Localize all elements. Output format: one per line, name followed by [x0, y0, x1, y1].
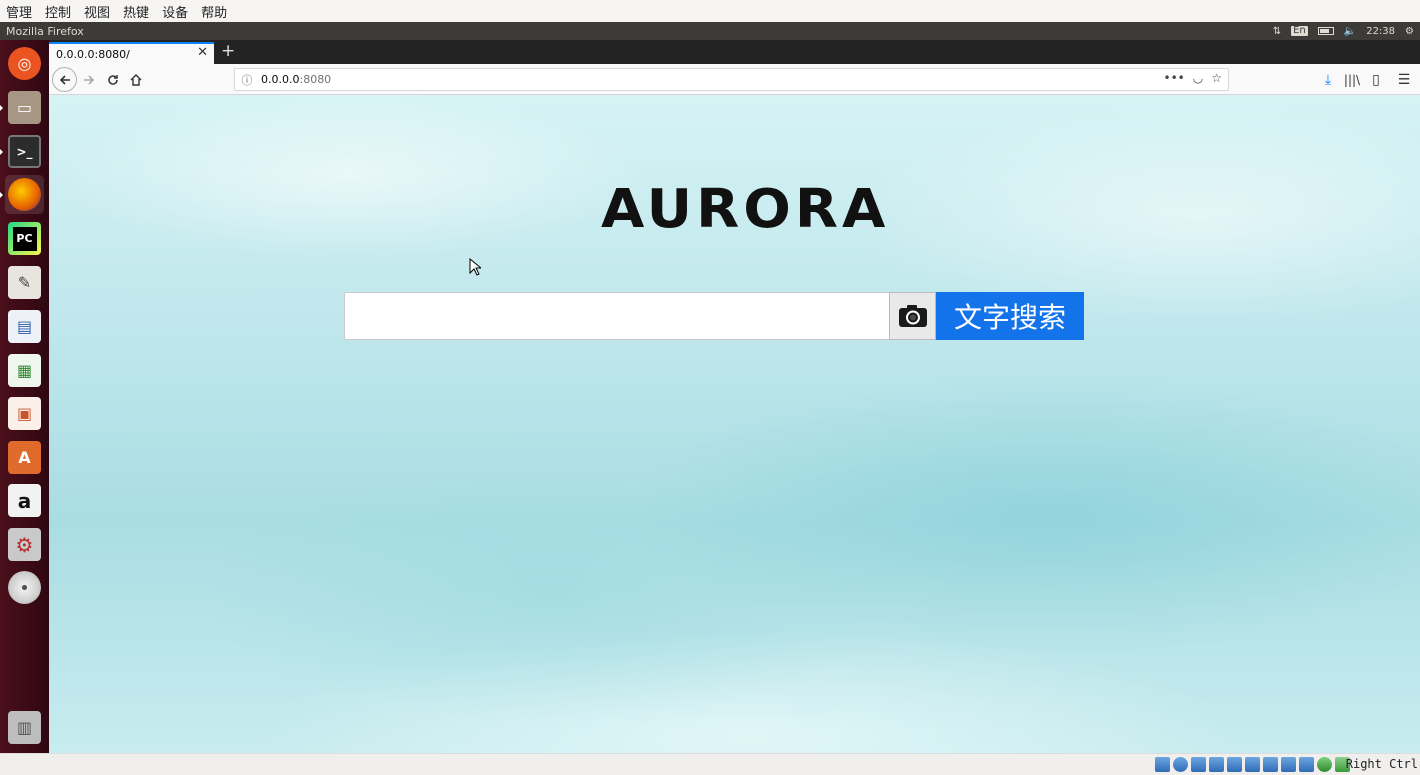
reload-button[interactable]: [101, 68, 125, 92]
volume-icon[interactable]: 🔈: [1344, 26, 1356, 37]
device-icons: [1155, 757, 1350, 772]
mouse-cursor-icon: [469, 258, 481, 276]
home-icon: [130, 74, 142, 86]
host-key-label: Right Ctrl: [1345, 757, 1418, 771]
site-logo: AURORA: [601, 178, 890, 241]
text-search-button[interactable]: 文字搜索: [936, 292, 1084, 340]
text-editor-icon: ✎: [8, 266, 41, 299]
launcher-pycharm[interactable]: PC: [5, 219, 44, 258]
launcher-impress[interactable]: ▣: [5, 394, 44, 433]
amazon-icon: a: [8, 484, 41, 517]
camera-icon: [898, 305, 927, 327]
mouse-integration-icon[interactable]: [1317, 757, 1332, 772]
tab-active[interactable]: 0.0.0.0:8080/ ✕: [49, 42, 214, 64]
software-center-icon: A: [8, 441, 41, 474]
network-adapter-icon[interactable]: [1209, 757, 1224, 772]
back-button[interactable]: [52, 67, 77, 92]
launcher-firefox[interactable]: [0, 175, 44, 214]
url-port: :8080: [299, 73, 332, 86]
menu-icon[interactable]: ☰: [1392, 68, 1416, 92]
image-search-button[interactable]: [889, 292, 936, 340]
menu-control[interactable]: 控制: [45, 2, 71, 21]
page-content: AURORA 文字搜索: [49, 95, 1420, 753]
trash-icon: ▥: [8, 711, 41, 744]
menu-help[interactable]: 帮助: [201, 2, 227, 21]
network-icon[interactable]: ⇅: [1273, 26, 1281, 37]
launcher-dvd[interactable]: [5, 568, 44, 607]
terminal-icon: >_: [8, 135, 41, 168]
menu-view[interactable]: 视图: [84, 2, 110, 21]
arrow-left-icon: [59, 74, 70, 85]
search-form: 文字搜索: [344, 292, 1084, 340]
url-bar[interactable]: ⓘ 0.0.0.0:8080 ••• ◡ ☆: [234, 68, 1229, 91]
launcher-writer[interactable]: ▤: [5, 307, 44, 346]
info-icon[interactable]: ⓘ: [237, 72, 257, 88]
menu-manage[interactable]: 管理: [6, 2, 32, 21]
vbox-menubar: 管理 控制 视图 热键 设备 帮助: [0, 0, 1420, 22]
top-panel: Mozilla Firefox ⇅ En 🔈 22:38 ⚙: [0, 22, 1420, 40]
launcher-system-settings[interactable]: ⚙: [5, 525, 44, 564]
files-icon: ▭: [8, 91, 41, 124]
sidebar-icon[interactable]: ▯: [1364, 68, 1388, 92]
navigation-toolbar: ⓘ 0.0.0.0:8080 ••• ◡ ☆ ⤓ |||\ ▯ ☰: [49, 64, 1420, 95]
hard-disk-icon[interactable]: [1155, 757, 1170, 772]
launcher: ◎ ▭ >_ PC ✎ ▤ ▦ ▣ A a ⚙ ▥: [0, 40, 49, 753]
launcher-trash[interactable]: ▥: [5, 708, 44, 747]
launcher-terminal[interactable]: >_: [0, 132, 44, 171]
forward-button[interactable]: [77, 68, 101, 92]
calc-icon: ▦: [8, 354, 41, 387]
home-button[interactable]: [124, 68, 148, 92]
optical-drive-icon[interactable]: [1173, 757, 1188, 772]
launcher-text-editor[interactable]: ✎: [5, 263, 44, 302]
launcher-amazon[interactable]: a: [5, 481, 44, 520]
close-tab-icon[interactable]: ✕: [197, 45, 208, 60]
audio-icon[interactable]: [1191, 757, 1206, 772]
launcher-calc[interactable]: ▦: [5, 351, 44, 390]
dvd-icon: [8, 571, 41, 604]
bookmark-star-icon[interactable]: ☆: [1211, 71, 1222, 85]
tab-title: 0.0.0.0:8080/: [56, 47, 130, 61]
display-icon[interactable]: [1263, 757, 1278, 772]
launcher-files[interactable]: ▭: [0, 88, 44, 127]
reload-icon: [108, 75, 118, 85]
impress-icon: ▣: [8, 397, 41, 430]
library-icon[interactable]: |||\: [1340, 68, 1364, 92]
usb-icon[interactable]: [1227, 757, 1242, 772]
settings-icon: ⚙: [8, 528, 41, 561]
vbox-status-bar: Right Ctrl: [0, 753, 1420, 775]
url-actions: ••• ◡ ☆: [1164, 71, 1222, 85]
pocket-icon[interactable]: ◡: [1193, 71, 1203, 85]
launcher-software-center[interactable]: A: [5, 438, 44, 477]
keyboard-language-indicator[interactable]: En: [1291, 26, 1308, 36]
window-title: Mozilla Firefox: [6, 24, 84, 38]
menu-devices[interactable]: 设备: [162, 2, 188, 21]
writer-icon: ▤: [8, 310, 41, 343]
tab-bar: 0.0.0.0:8080/ ✕ +: [49, 40, 1420, 64]
search-input[interactable]: [344, 292, 889, 340]
battery-icon[interactable]: [1317, 27, 1334, 35]
page-actions-icon[interactable]: •••: [1164, 71, 1185, 85]
clock[interactable]: 22:38: [1366, 26, 1395, 37]
gear-icon[interactable]: ⚙: [1405, 26, 1414, 37]
downloads-icon[interactable]: ⤓: [1316, 68, 1340, 92]
shared-folders-icon[interactable]: [1245, 757, 1260, 772]
cpu-icon[interactable]: [1299, 757, 1314, 772]
launcher-ubuntu-dash[interactable]: ◎: [5, 44, 44, 83]
indicator-area: ⇅ En 🔈 22:38 ⚙: [1273, 26, 1414, 37]
arrow-right-icon: [84, 75, 95, 85]
firefox-icon: [8, 178, 41, 211]
new-tab-button[interactable]: +: [221, 41, 235, 61]
url-host: 0.0.0.0: [261, 73, 300, 86]
video-capture-icon[interactable]: [1281, 757, 1296, 772]
menu-hotkeys[interactable]: 热键: [123, 2, 149, 21]
ubuntu-logo-icon: ◎: [8, 47, 41, 80]
pycharm-icon: PC: [8, 222, 41, 255]
